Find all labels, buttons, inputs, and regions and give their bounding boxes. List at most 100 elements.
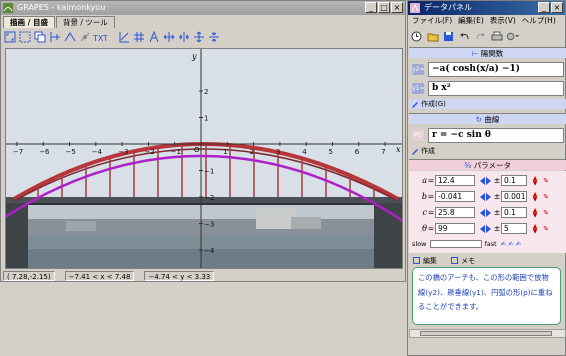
increase-arrow-icon[interactable]	[485, 192, 491, 201]
text-icon[interactable]: TXT	[93, 30, 107, 44]
menu-edit[interactable]: 編集(E)	[458, 15, 484, 26]
x-tick-label: 5	[329, 148, 333, 156]
y-tick-label: 1	[204, 115, 208, 123]
step-updown-icon[interactable]: ▲ ▼	[529, 207, 541, 218]
panel-minimize-button[interactable]: _	[538, 2, 550, 13]
clock-icon[interactable]	[410, 30, 423, 43]
function-row-y2[interactable]: y2= −a( cosh(x/a) −1)	[409, 61, 566, 77]
graph-toolbar: TXT	[3, 29, 221, 45]
decrease-arrow-icon[interactable]	[479, 208, 485, 217]
decrease-arrow-icon[interactable]	[479, 224, 485, 233]
function-expr-y2[interactable]: −a( cosh(x/a) −1)	[428, 61, 564, 77]
grid-icon[interactable]	[132, 30, 146, 44]
data-panel-titlebar[interactable]: データパネル _ ×	[408, 1, 565, 15]
params-header[interactable]: ⅜ パラメータ	[409, 159, 566, 170]
x-tick-label: −1	[171, 148, 181, 156]
maximize-button[interactable]: □	[378, 2, 390, 13]
graph-window-titlebar[interactable]: GRAPES - kaimonkyou _ □ ×	[1, 1, 405, 15]
close-button[interactable]: ×	[391, 2, 403, 13]
axis-line-icon[interactable]	[117, 30, 131, 44]
open-folder-icon[interactable]	[426, 30, 439, 43]
tab-edit[interactable]: 編集	[413, 256, 437, 267]
animate-icon[interactable]: ✎	[541, 193, 551, 201]
animate-icon[interactable]: ✎	[541, 225, 551, 233]
edit-checkbox-icon[interactable]	[413, 257, 420, 264]
graph-canvas[interactable]: −7 −6 −5 −4 −3 −2 −1 1 2 3 4 5 6 7 2 1 −1 −2 −3 −4 y x O	[6, 49, 403, 269]
trace-icon[interactable]	[63, 30, 77, 44]
zoom-fit-icon[interactable]	[3, 30, 17, 44]
function-badge-y2[interactable]: y2=	[412, 63, 424, 75]
increase-arrow-icon[interactable]	[485, 224, 491, 233]
curve-badge-p1[interactable]: P1	[412, 129, 424, 141]
curve-header[interactable]: ↻ 曲線	[409, 113, 566, 124]
animate-icon[interactable]: ✎	[541, 209, 551, 217]
graph-window: GRAPES - kaimonkyou _ □ × 描画 / 目盛 背景 / ツ…	[0, 0, 406, 282]
curve-row-p1[interactable]: P1 r = −c sin θ	[409, 127, 566, 143]
increase-arrow-icon[interactable]	[485, 176, 491, 185]
redo-icon[interactable]	[474, 30, 487, 43]
data-panel-toolbar	[410, 28, 519, 44]
param-name-c: c	[422, 208, 427, 217]
svg-text:TXT: TXT	[93, 34, 107, 43]
print-icon[interactable]	[490, 30, 503, 43]
param-value-theta[interactable]: 99	[435, 223, 475, 234]
minimize-button[interactable]: _	[365, 2, 377, 13]
param-value-b[interactable]: -0.041	[435, 191, 475, 202]
narrow-y-icon[interactable]	[207, 30, 221, 44]
menu-help[interactable]: ヘルプ(H)	[522, 15, 556, 26]
function-row-y1[interactable]: y1= b x²	[409, 80, 566, 96]
speed-slider[interactable]	[429, 239, 482, 248]
param-arrows-theta	[477, 224, 493, 233]
param-plusminus: ±	[493, 176, 501, 185]
param-row-theta: θ = 99 ± 5 ▲ ▼ ✎	[409, 222, 566, 235]
params-header-icon: ⅜	[464, 161, 474, 170]
menu-view[interactable]: 表示(V)	[490, 15, 516, 26]
x-axis-label: x	[396, 145, 401, 154]
panel-close-button[interactable]: ×	[551, 2, 563, 13]
letter-a-icon[interactable]	[147, 30, 161, 44]
param-value-c[interactable]: 25.8	[435, 207, 475, 218]
tab-draw-scale[interactable]: 描画 / 目盛	[3, 16, 55, 28]
copy-icon[interactable]	[33, 30, 47, 44]
curve-expr-p1[interactable]: r = −c sin θ	[428, 127, 564, 143]
step-updown-icon[interactable]: ▲ ▼	[529, 175, 541, 186]
functions-header[interactable]: ⊢ 陽関数	[409, 47, 566, 58]
function-badge-y1[interactable]: y1=	[412, 82, 424, 94]
decrease-arrow-icon[interactable]	[479, 176, 485, 185]
zoom-region-icon[interactable]	[18, 30, 32, 44]
function-expr-y1[interactable]: b x²	[428, 80, 564, 96]
tab-background-tools[interactable]: 背景 / ツール	[55, 16, 115, 28]
narrow-x-icon[interactable]	[177, 30, 191, 44]
tab-memo[interactable]: メモ	[451, 256, 475, 267]
save-icon[interactable]	[442, 30, 455, 43]
animate-icon[interactable]: ✎	[541, 177, 551, 185]
decrease-arrow-icon[interactable]	[479, 192, 485, 201]
data-panel-menubar: ファイル(F) 編集(E) 表示(V) ヘルプ(H)	[408, 15, 565, 26]
step-updown-icon[interactable]: ▲ ▼	[529, 223, 541, 234]
settings-icon[interactable]	[506, 30, 519, 43]
memo-scrollbar-thumb[interactable]	[420, 331, 552, 336]
param-arrows-c	[477, 208, 493, 217]
param-step-c[interactable]: 0.1	[501, 207, 527, 218]
widen-x-icon[interactable]	[162, 30, 176, 44]
param-value-a[interactable]: 12.4	[435, 175, 475, 186]
memo-scrollbar[interactable]	[409, 329, 566, 338]
param-plusminus: ±	[493, 192, 501, 201]
undo-icon[interactable]	[458, 30, 471, 43]
menu-file[interactable]: ファイル(F)	[412, 15, 452, 26]
memo-text-area[interactable]: この橋のアーチも、この形の範囲で放物線(y2)、懸垂線(y1)、円弧の形(p)に…	[412, 267, 561, 325]
function-create-row[interactable]: 作成(G)	[409, 99, 566, 109]
graph-plot-area[interactable]: −7 −6 −5 −4 −3 −2 −1 1 2 3 4 5 6 7 2 1 −1 −2 −3 −4 y x O	[5, 48, 403, 269]
curve-create-row[interactable]: 作成	[409, 146, 566, 156]
x-tick-label: 7	[381, 148, 385, 156]
marker-icon[interactable]	[78, 30, 92, 44]
param-step-theta[interactable]: 5	[501, 223, 527, 234]
memo-checkbox-icon[interactable]	[451, 257, 458, 264]
param-step-a[interactable]: 0.1	[501, 175, 527, 186]
param-step-b[interactable]: 0.001	[501, 191, 527, 202]
increase-arrow-icon[interactable]	[485, 208, 491, 217]
ruler-icon[interactable]	[48, 30, 62, 44]
step-updown-icon[interactable]: ▲ ▼	[529, 191, 541, 202]
play-icons[interactable]: ✍ ✍ ✍	[501, 240, 521, 248]
widen-y-icon[interactable]	[192, 30, 206, 44]
